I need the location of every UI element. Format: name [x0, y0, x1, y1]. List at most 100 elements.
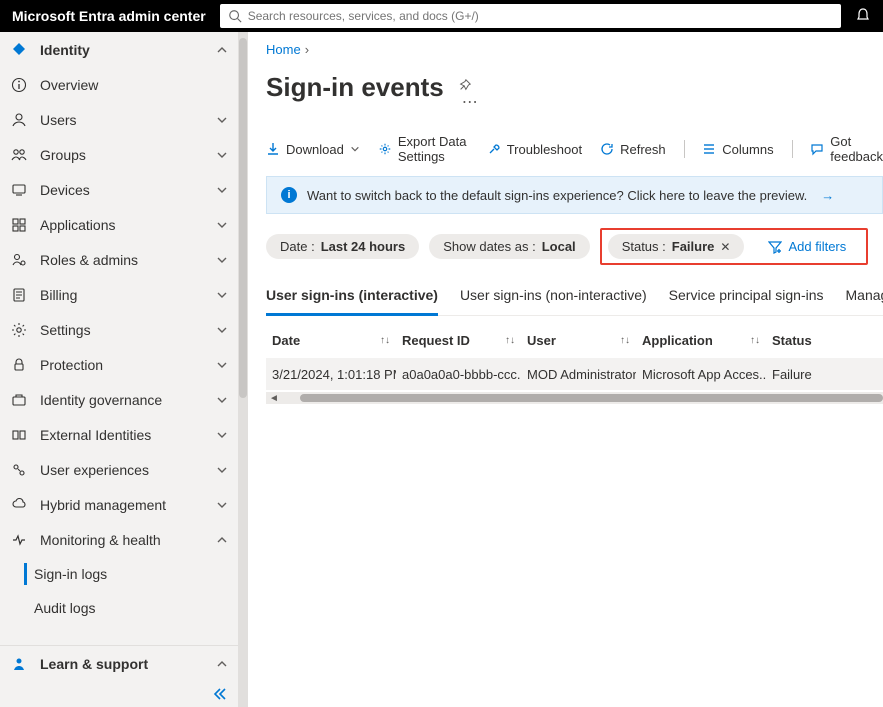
sidebar-item-learn-support[interactable]: Learn & support	[0, 646, 238, 681]
sidebar-sub-signin-logs[interactable]: Sign-in logs	[24, 557, 238, 591]
tab-user-signins-interactive[interactable]: User sign-ins (interactive)	[266, 279, 438, 316]
sidebar-item-label: Applications	[40, 217, 204, 233]
breadcrumb: Home ›	[266, 42, 883, 57]
troubleshoot-button[interactable]: Troubleshoot	[487, 142, 582, 157]
sidebar-item-user-experiences[interactable]: User experiences	[0, 452, 238, 487]
feedback-button[interactable]: Got feedback	[810, 134, 883, 164]
scrollbar-thumb[interactable]	[239, 38, 247, 398]
sort-icon: ↑↓	[505, 335, 515, 346]
sidebar-scrollbar[interactable]	[238, 32, 248, 707]
refresh-button[interactable]: Refresh	[600, 142, 666, 157]
sidebar-item-monitoring-health[interactable]: Monitoring & health	[0, 522, 238, 557]
search-bar[interactable]	[220, 4, 841, 28]
sidebar-item-hybrid-management[interactable]: Hybrid management	[0, 487, 238, 522]
col-header-status[interactable]: Status	[766, 333, 836, 348]
filter-label: Status :	[622, 239, 666, 254]
search-input[interactable]	[248, 9, 833, 23]
filter-label: Add filters	[788, 239, 846, 254]
chevron-down-icon	[216, 149, 228, 161]
sidebar-item-label: Hybrid management	[40, 497, 204, 513]
tab-service-principal[interactable]: Service principal sign-ins	[669, 279, 824, 315]
filter-show-dates[interactable]: Show dates as : Local	[429, 234, 589, 259]
col-header-application[interactable]: Application↑↓	[636, 333, 766, 348]
toolbar-label: Export Data Settings	[398, 134, 469, 164]
filter-bar: Date : Last 24 hours Show dates as : Loc…	[266, 228, 883, 265]
filter-label: Show dates as :	[443, 239, 536, 254]
filter-date[interactable]: Date : Last 24 hours	[266, 234, 419, 259]
governance-icon	[10, 392, 28, 408]
sidebar-item-identity[interactable]: Identity	[0, 32, 238, 67]
sidebar-item-settings[interactable]: Settings	[0, 312, 238, 347]
chevron-down-icon	[216, 324, 228, 336]
info-icon: i	[281, 187, 297, 203]
sidebar-item-external-identities[interactable]: External Identities	[0, 417, 238, 452]
sidebar-item-label: Billing	[40, 287, 204, 303]
brand-label: Microsoft Entra admin center	[12, 8, 206, 24]
hybrid-icon	[10, 497, 28, 513]
monitor-icon	[10, 532, 28, 548]
chevron-down-icon	[216, 429, 228, 441]
scroll-left-icon[interactable]: ◄	[266, 393, 282, 404]
chevron-up-icon	[216, 44, 228, 56]
download-icon	[266, 142, 280, 156]
sidebar-item-label: Identity governance	[40, 392, 204, 408]
col-header-date[interactable]: Date↑↓	[266, 333, 396, 348]
sidebar-item-overview[interactable]: Overview	[0, 67, 238, 102]
group-icon	[10, 147, 28, 163]
tab-user-signins-noninteractive[interactable]: User sign-ins (non-interactive)	[460, 279, 647, 315]
billing-icon	[10, 287, 28, 303]
export-data-settings-button[interactable]: Export Data Settings	[378, 134, 469, 164]
sidebar-item-identity-governance[interactable]: Identity governance	[0, 382, 238, 417]
sidebar-item-label: User experiences	[40, 462, 204, 478]
chevron-down-icon	[216, 219, 228, 231]
sidebar-item-devices[interactable]: Devices	[0, 172, 238, 207]
table-row[interactable]: 3/21/2024, 1:01:18 PM a0a0a0a0-bbbb-ccc.…	[266, 358, 883, 390]
sidebar-item-label: Roles & admins	[40, 252, 204, 268]
toolbar-label: Got feedback	[830, 134, 883, 164]
arrow-right-icon: →	[821, 188, 834, 203]
cell-user: MOD Administrator	[521, 367, 636, 382]
content-area: Home › Sign-in events ⋯ Download Export …	[248, 32, 883, 707]
banner-text: Want to switch back to the default sign-…	[307, 188, 807, 203]
chevron-down-icon	[216, 254, 228, 266]
sidebar-item-protection[interactable]: Protection	[0, 347, 238, 382]
cell-status: Failure	[766, 367, 836, 382]
chevron-down-icon	[216, 464, 228, 476]
sidebar-item-roles-admins[interactable]: Roles & admins	[0, 242, 238, 277]
tab-managed-identity[interactable]: Managed identity	[846, 279, 883, 315]
breadcrumb-home[interactable]: Home	[266, 42, 301, 57]
chevron-down-icon	[216, 289, 228, 301]
sidebar-item-users[interactable]: Users	[0, 102, 238, 137]
collapse-sidebar-button[interactable]	[0, 681, 238, 707]
preview-banner[interactable]: i Want to switch back to the default sig…	[266, 176, 883, 214]
refresh-icon	[600, 142, 614, 156]
cell-application: Microsoft App Acces...	[636, 367, 766, 382]
sidebar-item-label: Protection	[40, 357, 204, 373]
col-header-user[interactable]: User↑↓	[521, 333, 636, 348]
sidebar-item-groups[interactable]: Groups	[0, 137, 238, 172]
sidebar-item-label: Audit logs	[34, 600, 228, 616]
sidebar-item-applications[interactable]: Applications	[0, 207, 238, 242]
signins-table: Date↑↓ Request ID↑↓ User↑↓ Application↑↓…	[266, 322, 883, 404]
columns-button[interactable]: Columns	[702, 142, 773, 157]
download-button[interactable]: Download	[266, 142, 360, 157]
close-icon[interactable]: ✕	[720, 240, 730, 254]
cell-request-id: a0a0a0a0-bbbb-ccc...	[396, 367, 521, 382]
identity-icon	[10, 42, 28, 58]
sidebar-item-billing[interactable]: Billing	[0, 277, 238, 312]
sidebar-item-label: Settings	[40, 322, 204, 338]
col-header-request-id[interactable]: Request ID↑↓	[396, 333, 521, 348]
sidebar-item-label: Overview	[40, 77, 228, 93]
chevron-down-icon	[216, 499, 228, 511]
chevron-down-icon	[216, 114, 228, 126]
scrollbar-thumb[interactable]	[300, 394, 883, 402]
horizontal-scrollbar[interactable]: ◄	[266, 392, 883, 404]
chevron-down-icon	[350, 144, 360, 154]
filter-status[interactable]: Status : Failure ✕	[608, 234, 745, 259]
more-icon[interactable]: ⋯	[460, 94, 480, 111]
add-filters-button[interactable]: Add filters	[754, 234, 860, 259]
notification-icon[interactable]	[855, 8, 871, 24]
sidebar-sub-audit-logs[interactable]: Audit logs	[24, 591, 238, 625]
cell-date: 3/21/2024, 1:01:18 PM	[266, 367, 396, 382]
chevron-down-icon	[216, 184, 228, 196]
